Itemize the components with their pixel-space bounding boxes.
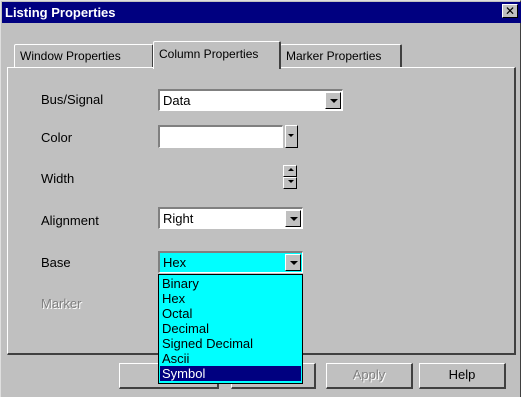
spin-up-button[interactable] xyxy=(283,165,297,177)
base-option-decimal[interactable]: Decimal xyxy=(160,321,301,336)
spin-down-button[interactable] xyxy=(283,177,297,189)
chevron-down-icon xyxy=(330,99,338,103)
base-option-hex[interactable]: Hex xyxy=(160,291,301,306)
help-button[interactable]: Help xyxy=(419,363,506,389)
arrow-up-icon xyxy=(288,168,294,171)
base-option-signed-decimal[interactable]: Signed Decimal xyxy=(160,336,301,351)
tab-label: Marker Properties xyxy=(286,49,382,63)
chevron-down-icon xyxy=(290,217,298,221)
apply-button: Apply xyxy=(326,363,413,389)
base-option-ascii[interactable]: Ascii xyxy=(160,351,301,366)
base-dropdown-button[interactable] xyxy=(285,254,301,271)
tab-label: Column Properties xyxy=(159,47,259,61)
color-label: Color xyxy=(41,130,73,145)
window-title: Listing Properties xyxy=(5,5,116,20)
base-label: Base xyxy=(41,255,71,270)
base-option-binary[interactable]: Binary xyxy=(160,276,301,291)
tab-window-properties[interactable]: Window Properties xyxy=(14,44,154,67)
close-button[interactable]: ✕ xyxy=(502,4,518,18)
width-label: Width xyxy=(41,171,75,186)
color-swatch[interactable] xyxy=(158,125,283,148)
tab-marker-properties[interactable]: Marker Properties xyxy=(280,44,402,67)
base-option-symbol[interactable]: Symbol xyxy=(160,366,301,381)
arrow-down-icon xyxy=(288,180,294,183)
bus-signal-select[interactable]: Data xyxy=(158,89,343,111)
base-options-list[interactable]: Binary Hex Octal Decimal Signed Decimal … xyxy=(158,274,303,384)
alignment-value: Right xyxy=(163,211,194,226)
alignment-dropdown-button[interactable] xyxy=(285,210,301,227)
width-spinner[interactable] xyxy=(283,165,297,189)
bus-signal-value: Data xyxy=(163,93,191,108)
listing-properties-dialog: Listing Properties ✕ Window Properties C… xyxy=(0,0,521,397)
bus-signal-dropdown-button[interactable] xyxy=(325,92,341,109)
color-dropdown-button[interactable] xyxy=(285,125,298,148)
tab-label: Window Properties xyxy=(20,49,121,63)
marker-label: Marker xyxy=(41,296,82,311)
bus-signal-label: Bus/Signal xyxy=(41,92,104,107)
alignment-label: Alignment xyxy=(41,213,99,228)
alignment-select[interactable]: Right xyxy=(158,207,303,229)
title-bar[interactable]: Listing Properties ✕ xyxy=(2,2,521,23)
chevron-down-icon xyxy=(290,261,298,265)
base-select[interactable]: Hex xyxy=(158,251,303,273)
close-icon: ✕ xyxy=(504,4,516,18)
tab-column-properties[interactable]: Column Properties xyxy=(153,41,281,69)
chevron-down-icon xyxy=(288,134,294,137)
base-value: Hex xyxy=(163,255,187,270)
base-option-octal[interactable]: Octal xyxy=(160,306,301,321)
